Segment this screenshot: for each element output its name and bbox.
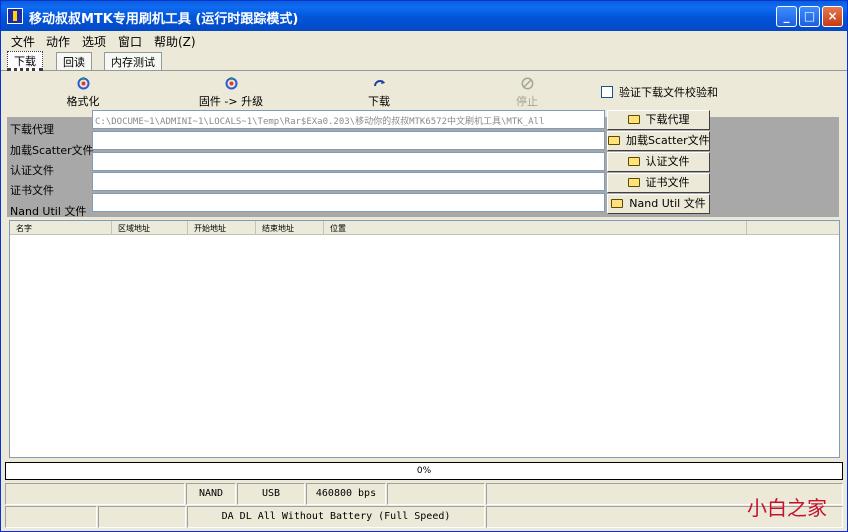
verify-checksum-label: 验证下载文件校验和	[619, 86, 718, 99]
status-mode: DA DL All Without Battery (Full Speed)	[187, 506, 485, 528]
cert-file-button[interactable]: 证书文件	[607, 173, 710, 193]
file-panel: 下载代理 C:\DOCUME~1\ADMINI~1\LOCALS~1\Temp\…	[7, 110, 839, 218]
folder-icon	[627, 115, 640, 124]
window-title: 移动叔叔MTK专用刷机工具 (运行时跟踪模式)	[29, 12, 299, 27]
menu-file[interactable]: 文件	[11, 33, 35, 50]
menu-help[interactable]: 帮助(Z)	[154, 33, 196, 50]
folder-icon	[627, 157, 640, 166]
folder-icon	[627, 178, 640, 187]
load-scatter-button[interactable]: 加载Scatter文件	[607, 131, 710, 151]
format-label: 格式化	[66, 95, 100, 108]
auth-file-label: 认证文件	[10, 164, 54, 177]
col-name[interactable]: 名字	[10, 221, 112, 235]
tab-readback[interactable]: 回读	[56, 52, 92, 70]
maximize-button[interactable]: □	[799, 6, 820, 27]
stop-label: 停止	[516, 95, 538, 108]
auth-file-button[interactable]: 认证文件	[607, 152, 710, 172]
menu-options[interactable]: 选项	[82, 33, 106, 50]
firmware-upgrade-icon	[225, 77, 237, 90]
status-bar-1: NAND USB 460800 bps	[5, 483, 843, 505]
menu-window[interactable]: 窗口	[118, 33, 142, 50]
menu-action[interactable]: 动作	[46, 33, 70, 50]
col-region-address[interactable]: 区域地址	[112, 221, 188, 235]
scatter-file-label: 加载Scatter文件	[10, 144, 94, 157]
tab-memory-test[interactable]: 内存测试	[104, 52, 162, 70]
download-button[interactable]: 下载	[363, 77, 395, 109]
col-start-address[interactable]: 开始地址	[188, 221, 256, 235]
tab-strip: 下载 回读 内存测试	[1, 51, 847, 71]
cert-file-path[interactable]	[92, 172, 605, 191]
download-agent-button[interactable]: 下载代理	[607, 110, 710, 130]
app-window: 移动叔叔MTK专用刷机工具 (运行时跟踪模式) _ □ × 文件 动作 选项 窗…	[0, 0, 848, 532]
download-label: 下载	[368, 95, 390, 108]
download-agent-button-label: 下载代理	[645, 113, 690, 126]
firmware-upgrade-button[interactable]: 固件 -> 升级	[191, 77, 271, 109]
partition-list[interactable]: 名字 区域地址 开始地址 结束地址 位置	[9, 220, 840, 458]
menu-bar: 文件 动作 选项 窗口 帮助(Z)	[1, 31, 847, 50]
format-icon	[77, 77, 89, 90]
app-icon	[7, 8, 23, 24]
watermark: 小白之家	[747, 496, 827, 520]
auth-file-path[interactable]	[92, 152, 605, 171]
format-button[interactable]: 格式化	[63, 77, 103, 109]
status-cell-5	[387, 483, 485, 505]
progress-text: 0%	[416, 466, 432, 476]
download-arrow-icon	[373, 80, 385, 87]
col-end-address[interactable]: 结束地址	[256, 221, 324, 235]
auth-file-button-label: 认证文件	[645, 155, 690, 168]
status-port: USB	[237, 483, 305, 505]
cert-file-button-label: 证书文件	[645, 176, 690, 189]
status-cell-1	[5, 483, 185, 505]
title-bar[interactable]: 移动叔叔MTK专用刷机工具 (运行时跟踪模式) _ □ ×	[1, 1, 847, 31]
stop-button[interactable]: 停止	[511, 77, 543, 109]
progress-bar: 0%	[5, 462, 843, 480]
status2-cell-1	[5, 506, 97, 528]
cert-file-label: 证书文件	[10, 184, 54, 197]
nand-util-button-label: Nand Util 文件	[629, 197, 706, 210]
minimize-button[interactable]: _	[776, 6, 797, 27]
folder-icon	[611, 199, 624, 208]
scatter-file-path[interactable]	[92, 131, 605, 150]
close-button[interactable]: ×	[822, 6, 843, 27]
list-header: 名字 区域地址 开始地址 结束地址 位置	[10, 221, 839, 235]
status-baud: 460800 bps	[306, 483, 386, 505]
status2-cell-2	[98, 506, 186, 528]
nand-util-label: Nand Util 文件	[10, 205, 87, 218]
stop-icon	[521, 77, 533, 90]
tab-download[interactable]: 下载	[7, 51, 43, 71]
firmware-upgrade-label: 固件 -> 升级	[198, 95, 264, 108]
status-storage: NAND	[186, 483, 236, 505]
col-location[interactable]: 位置	[324, 221, 747, 235]
status-bar-2: DA DL All Without Battery (Full Speed)	[5, 506, 843, 528]
load-scatter-button-label: 加载Scatter文件	[626, 134, 710, 147]
nand-util-path[interactable]	[92, 193, 605, 212]
download-agent-path[interactable]: C:\DOCUME~1\ADMINI~1\LOCALS~1\Temp\Rar$E…	[92, 110, 605, 129]
checkbox-box[interactable]	[601, 86, 613, 98]
nand-util-button[interactable]: Nand Util 文件	[607, 194, 710, 214]
verify-checksum-checkbox[interactable]: 验证下载文件校验和	[601, 84, 718, 100]
download-agent-label: 下载代理	[10, 123, 54, 136]
folder-icon	[608, 136, 620, 145]
